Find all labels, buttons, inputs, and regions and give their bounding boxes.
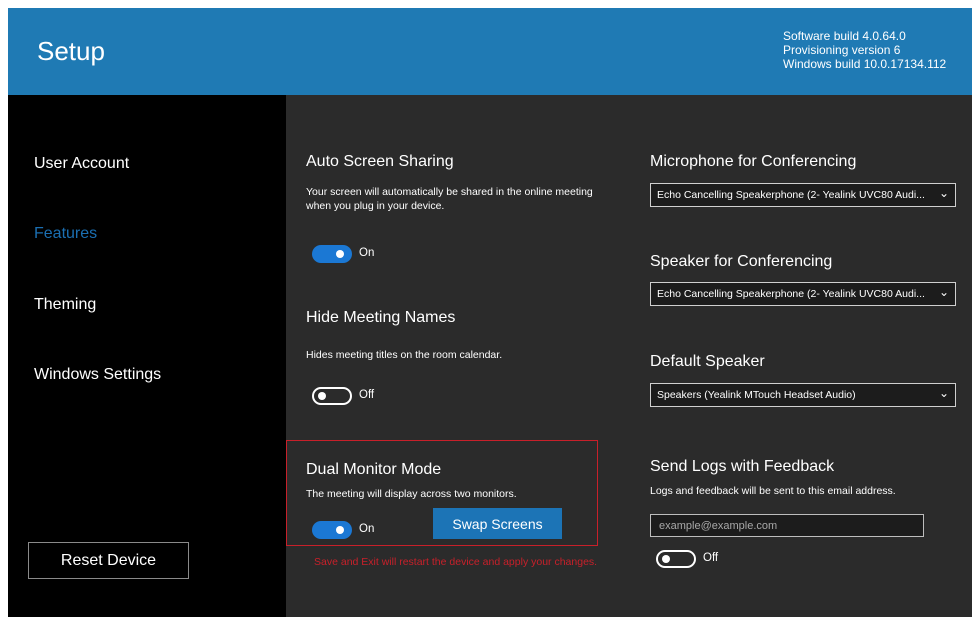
hide-names-toggle[interactable] <box>312 387 352 405</box>
microphone-select[interactable]: Echo Cancelling Speakerphone (2- Yealink… <box>650 183 956 207</box>
speaker-select[interactable]: Echo Cancelling Speakerphone (2- Yealink… <box>650 282 956 306</box>
sidebar: User Account Features Theming Windows Se… <box>8 95 286 617</box>
speaker-select-value: Echo Cancelling Speakerphone (2- Yealink… <box>657 288 925 300</box>
windows-build-text: Windows build 10.0.17134.112 <box>783 57 947 71</box>
toggle-knob <box>318 392 326 400</box>
dual-monitor-title: Dual Monitor Mode <box>306 461 442 478</box>
hide-names-toggle-label: Off <box>359 389 375 401</box>
speaker-title: Speaker for Conferencing <box>650 253 833 270</box>
sidebar-item-windows-settings[interactable]: Windows Settings <box>34 366 161 384</box>
hide-names-description: Hides meeting titles on the room calenda… <box>306 349 503 361</box>
default-speaker-select-value: Speakers (Yealink MTouch Headset Audio) <box>657 389 856 401</box>
chevron-down-icon: ⌄ <box>938 186 949 200</box>
auto-share-title: Auto Screen Sharing <box>306 153 454 170</box>
send-logs-title: Send Logs with Feedback <box>650 458 835 475</box>
page-title: Setup <box>37 36 105 66</box>
default-speaker-select[interactable]: Speakers (Yealink MTouch Headset Audio) … <box>650 383 956 407</box>
chevron-down-icon: ⌄ <box>938 285 949 299</box>
microphone-select-value: Echo Cancelling Speakerphone (2- Yealink… <box>657 189 925 201</box>
reset-device-button[interactable]: Reset Device <box>28 542 189 579</box>
header-bar: Setup Software build 4.0.64.0 Provisioni… <box>8 8 972 95</box>
sidebar-item-user-account[interactable]: User Account <box>34 155 129 173</box>
feedback-email-input[interactable] <box>650 514 924 537</box>
sidebar-item-features[interactable]: Features <box>34 225 97 243</box>
send-logs-description: Logs and feedback will be sent to this e… <box>650 485 896 497</box>
hide-names-title: Hide Meeting Names <box>306 309 456 326</box>
send-logs-toggle-label: Off <box>703 552 719 564</box>
auto-share-description: Your screen will automatically be shared… <box>306 186 593 212</box>
auto-share-toggle-label: On <box>359 247 375 259</box>
auto-share-toggle[interactable] <box>312 245 352 263</box>
sidebar-item-theming[interactable]: Theming <box>34 296 96 314</box>
dual-monitor-toggle[interactable] <box>312 521 352 539</box>
provisioning-version-text: Provisioning version 6 <box>783 43 901 57</box>
default-speaker-title: Default Speaker <box>650 353 765 370</box>
toggle-knob <box>336 250 344 258</box>
features-panel: Auto Screen Sharing Your screen will aut… <box>286 95 972 617</box>
dual-monitor-description: The meeting will display across two moni… <box>306 488 517 500</box>
dual-monitor-toggle-label: On <box>359 523 375 535</box>
software-build-text: Software build 4.0.64.0 <box>783 29 906 43</box>
toggle-knob <box>662 555 670 563</box>
microphone-title: Microphone for Conferencing <box>650 153 857 170</box>
setup-window: Setup Software build 4.0.64.0 Provisioni… <box>8 8 972 617</box>
send-logs-toggle[interactable] <box>656 550 696 568</box>
restart-warning: Save and Exit will restart the device an… <box>314 556 598 568</box>
swap-screens-button[interactable]: Swap Screens <box>433 508 562 539</box>
toggle-knob <box>336 526 344 534</box>
build-info: Software build 4.0.64.0 Provisioning ver… <box>783 29 946 71</box>
chevron-down-icon: ⌄ <box>938 386 949 400</box>
